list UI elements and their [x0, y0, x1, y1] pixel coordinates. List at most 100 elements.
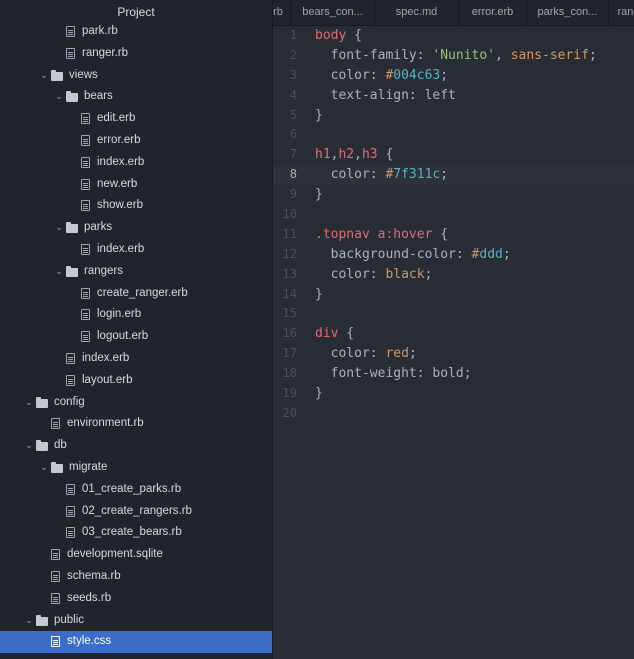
chevron-down-icon[interactable]: ⌄	[24, 435, 34, 457]
code-token: .topnav a:hover	[315, 226, 433, 242]
tree-folder-views[interactable]: ⌄ views	[0, 65, 272, 87]
folder-icon	[36, 396, 48, 408]
tree-file[interactable]: new.erb	[0, 174, 272, 196]
code-token: sans-serif	[510, 47, 589, 63]
tree-item-label: error.erb	[97, 133, 141, 146]
folder-icon	[36, 440, 48, 452]
chevron-down-icon[interactable]: ⌄	[54, 86, 64, 108]
code-line[interactable]: 17 color: red;	[273, 344, 634, 364]
tree-item-label: 03_create_bears.rb	[82, 526, 182, 539]
file-icon	[81, 134, 90, 146]
code-token: text-align: left	[315, 87, 456, 103]
line-number: 12	[282, 246, 297, 261]
code-line[interactable]: 13 color: black;	[273, 265, 634, 285]
tree-file[interactable]: seeds.rb	[0, 588, 272, 610]
code-text: font-weight: bold;	[315, 364, 472, 384]
tree-folder-migrate[interactable]: ⌄ migrate	[0, 457, 272, 479]
tree-file[interactable]: 02_create_rangers.rb	[0, 501, 272, 523]
line-number: 7	[289, 147, 297, 162]
tree-folder-public[interactable]: ⌄ public	[0, 610, 272, 632]
tab-parks-con-[interactable]: parks_con...	[526, 0, 608, 25]
file-icon	[66, 26, 75, 37]
tree-file[interactable]: login.erb	[0, 304, 272, 326]
code-line[interactable]: 7 h1,h2,h3 {	[273, 145, 634, 165]
code-line[interactable]: 20	[273, 404, 634, 424]
code-line[interactable]: 15	[273, 304, 634, 324]
file-icon	[66, 47, 75, 59]
chevron-down-icon[interactable]: ⌄	[54, 217, 64, 239]
file-tree: park.rb ranger.rb ⌄ views ⌄ bears edit.erb erro…	[0, 21, 272, 654]
chevron-down-icon[interactable]: ⌄	[54, 261, 64, 283]
folder-icon	[66, 222, 78, 234]
code-token: h1	[315, 147, 331, 163]
tree-item-label: edit.erb	[97, 112, 136, 125]
tree-folder-bears[interactable]: ⌄ bears	[0, 86, 272, 108]
chevron-down-icon[interactable]: ⌄	[39, 457, 49, 479]
chevron-down-icon[interactable]: ⌄	[39, 65, 49, 87]
code-token: ;	[502, 246, 511, 262]
code-line[interactable]: 4 text-align: left	[273, 86, 634, 106]
tab-spec-md[interactable]: spec.md	[374, 0, 458, 25]
tree-file[interactable]: index.erb	[0, 348, 272, 370]
folder-icon	[66, 91, 78, 103]
code-line[interactable]: 19}	[273, 384, 634, 404]
tree-file[interactable]: 03_create_bears.rb	[0, 522, 272, 544]
code-line[interactable]: 12 background-color: #ddd;	[273, 245, 634, 265]
code-line[interactable]: 8 color: #7f311c;	[273, 165, 634, 186]
code-token: 7f311c	[393, 167, 441, 183]
tree-file[interactable]: style.css	[0, 631, 272, 654]
tree-file[interactable]: create_ranger.erb	[0, 283, 272, 305]
tree-item-label: index.erb	[82, 351, 130, 364]
code-line[interactable]: 9}	[273, 185, 634, 205]
code-text: }	[315, 285, 323, 305]
tree-file[interactable]: ranger.rb	[0, 43, 272, 65]
tree-folder-rangers[interactable]: ⌄ rangers	[0, 261, 272, 283]
tree-folder-db[interactable]: ⌄ db	[0, 435, 272, 457]
tree-item-label: views	[69, 68, 98, 81]
tree-file[interactable]: layout.erb	[0, 370, 272, 392]
tab-rang[interactable]: rang	[608, 0, 634, 25]
tree-file[interactable]: development.sqlite	[0, 544, 272, 566]
file-icon	[51, 418, 60, 430]
code-line[interactable]: 16 div {	[273, 324, 634, 344]
tree-file[interactable]: environment.rb	[0, 413, 272, 435]
line-number: 20	[282, 405, 297, 420]
tree-file[interactable]: index.erb	[0, 239, 272, 261]
code-line[interactable]: 5}	[273, 106, 634, 126]
tree-file[interactable]: logout.erb	[0, 326, 272, 348]
tree-item-label: environment.rb	[67, 417, 144, 430]
file-icon	[66, 505, 75, 517]
code-line[interactable]: 1 body {	[273, 26, 634, 46]
tree-file[interactable]: error.erb	[0, 130, 272, 152]
code-line[interactable]: 14}	[273, 285, 634, 305]
tree-file[interactable]: index.erb	[0, 152, 272, 174]
tree-file[interactable]: show.erb	[0, 195, 272, 217]
tree-file[interactable]: edit.erb	[0, 108, 272, 130]
tree-file[interactable]: 01_create_parks.rb	[0, 479, 272, 501]
code-token: {	[338, 326, 355, 342]
chevron-down-icon[interactable]: ⌄	[24, 610, 34, 632]
tab-error-erb[interactable]: error.erb	[458, 0, 526, 25]
tree-folder-config[interactable]: ⌄ config	[0, 392, 272, 414]
code-line[interactable]: 10	[273, 205, 634, 225]
tab-bears-con-[interactable]: bears_con...	[290, 0, 374, 25]
tree-item-label: layout.erb	[82, 373, 133, 386]
tab-rb[interactable]: rb	[273, 0, 290, 25]
code-line[interactable]: 11 .topnav a:hover {	[273, 225, 634, 245]
code-line[interactable]: 2 font-family: 'Nunito', sans-serif;	[273, 46, 634, 66]
code-token: }	[315, 107, 323, 123]
tree-file[interactable]: schema.rb	[0, 566, 272, 588]
code-line[interactable]: 18 font-weight: bold;	[273, 364, 634, 384]
code-token: div	[315, 326, 339, 342]
code-editor[interactable]: 1 body {2 font-family: 'Nunito', sans-ser…	[273, 26, 634, 659]
chevron-down-icon[interactable]: ⌄	[24, 392, 34, 414]
code-line[interactable]: 3 color: #004c63;	[273, 66, 634, 86]
file-icon	[81, 331, 90, 343]
code-text: color: #7f311c;	[315, 165, 448, 185]
tree-folder-parks[interactable]: ⌄ parks	[0, 217, 272, 239]
tree-item-label: seeds.rb	[67, 591, 112, 604]
tree-file[interactable]: park.rb	[0, 21, 272, 43]
code-token: {	[377, 147, 394, 163]
tree-item-label: new.erb	[97, 177, 138, 190]
code-line[interactable]: 6	[273, 125, 634, 145]
